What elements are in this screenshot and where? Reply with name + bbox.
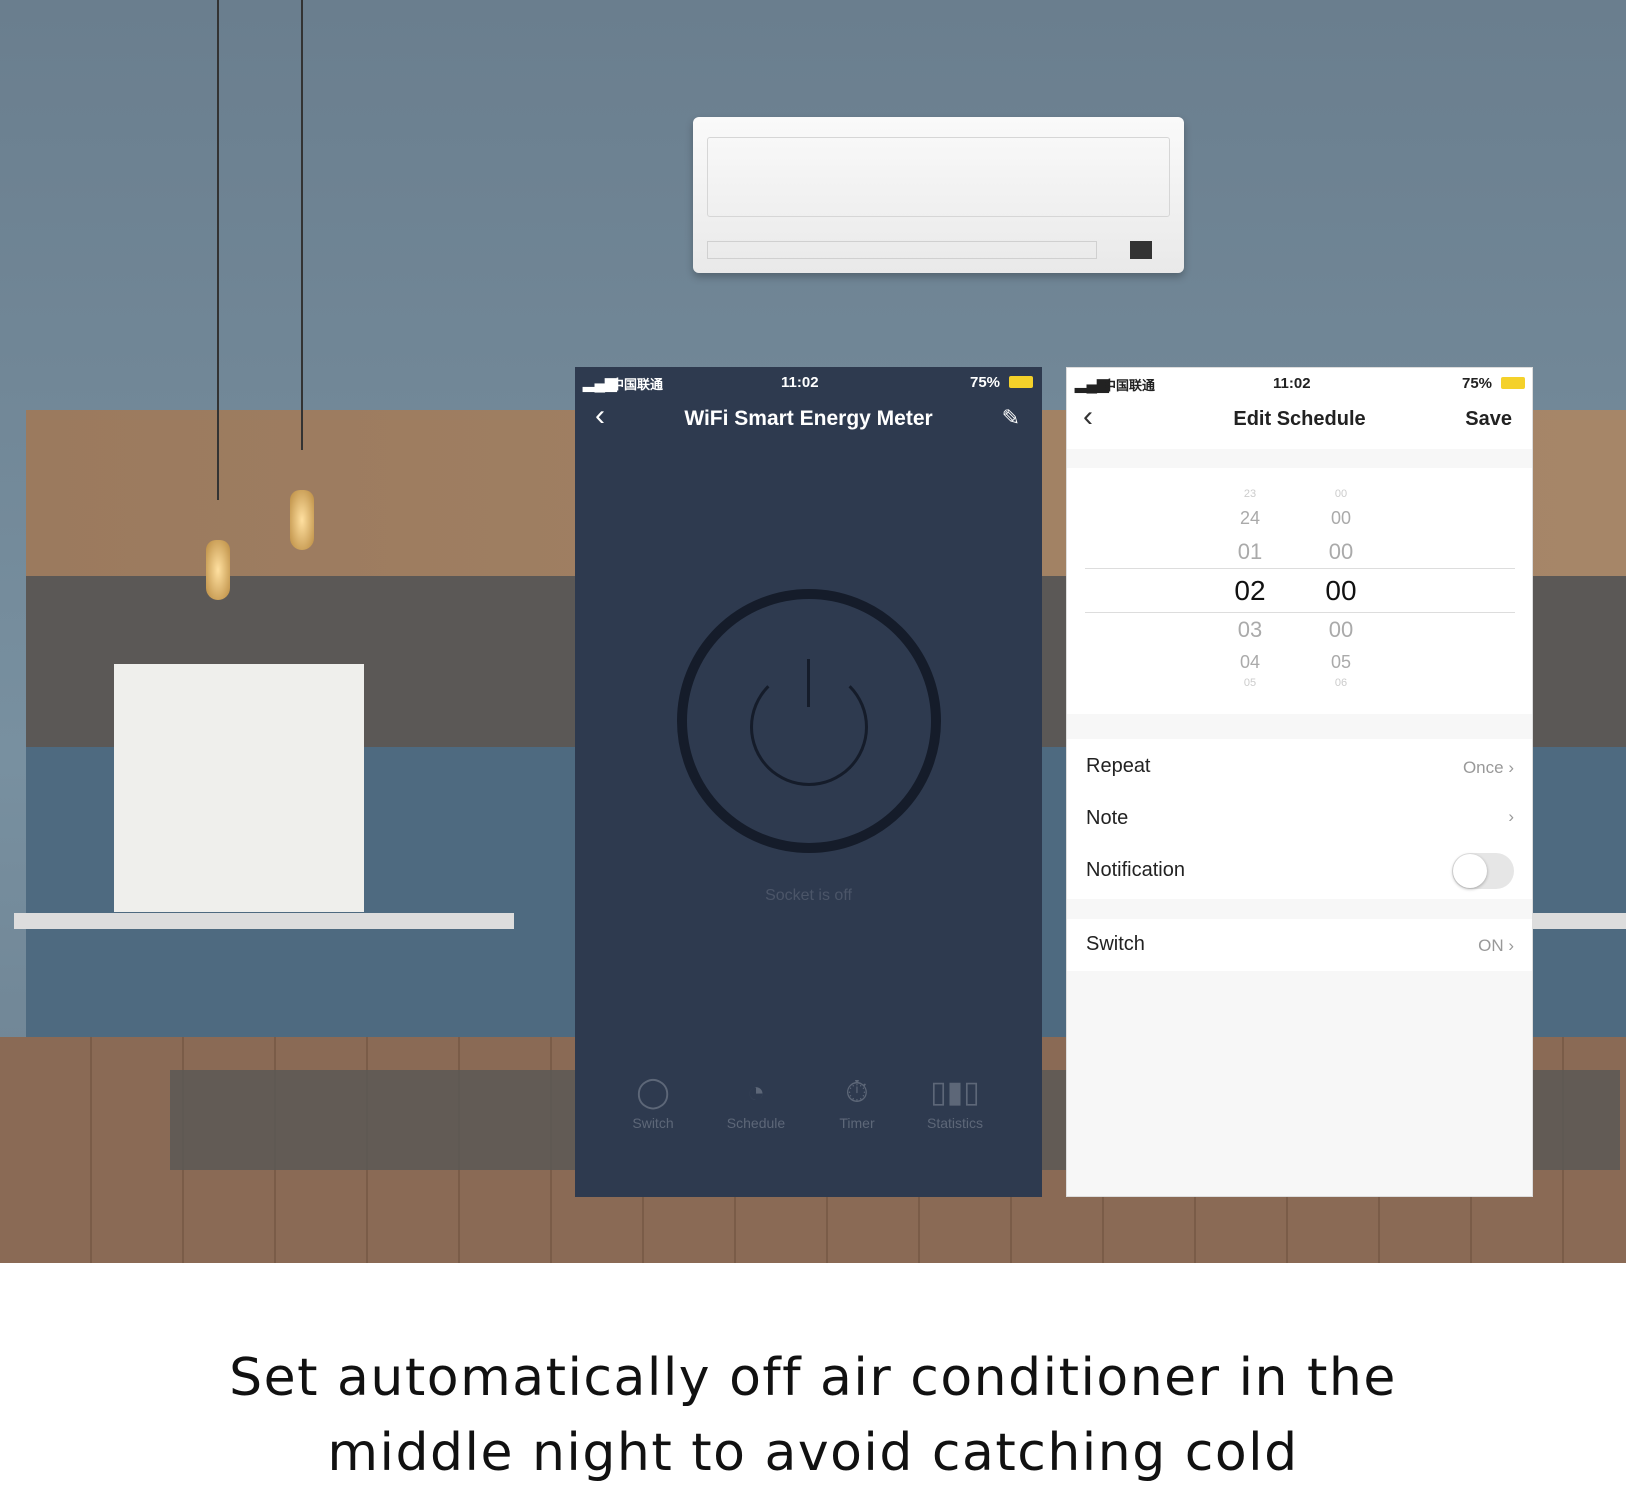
page-title: WiFi Smart Energy Meter bbox=[684, 407, 933, 430]
carrier: 中国联通 bbox=[1103, 378, 1156, 393]
tab-switch[interactable]: ◯ Switch bbox=[603, 1073, 703, 1131]
notification-toggle[interactable] bbox=[1452, 853, 1514, 889]
tab-timer[interactable]: ⏱ Timer bbox=[807, 1073, 907, 1131]
lamp-cord bbox=[217, 0, 219, 500]
status-bar: ▂▄▆ 中国联通 11:02 75% bbox=[575, 367, 1042, 397]
socket-state: Socket is off bbox=[765, 887, 852, 904]
note-row[interactable]: Note › bbox=[1067, 793, 1532, 847]
air-conditioner bbox=[693, 117, 1184, 273]
selected-hour[interactable]: 02 bbox=[1220, 575, 1280, 607]
lamp-bulb bbox=[290, 490, 314, 550]
lamp-cord bbox=[301, 0, 303, 450]
settings-group: Repeat Once › Note › Notification bbox=[1067, 739, 1532, 899]
switch-icon: ◯ bbox=[636, 1076, 670, 1109]
chevron-right-icon: › bbox=[1508, 936, 1514, 955]
clock: 11:02 bbox=[781, 374, 819, 391]
edit-schedule-screen: ▂▄▆ 中国联通 11:02 75% ‹ Edit Schedule Save … bbox=[1066, 367, 1533, 1197]
clock: 11:02 bbox=[1273, 375, 1311, 392]
battery-percent: 75% bbox=[970, 374, 1001, 391]
save-button[interactable]: Save bbox=[1465, 408, 1512, 431]
clock-frame bbox=[114, 664, 364, 912]
tab-schedule[interactable]: ◔ Schedule bbox=[706, 1073, 806, 1131]
clock-icon: ◔ bbox=[746, 1076, 766, 1109]
switch-row[interactable]: Switch ON › bbox=[1067, 919, 1532, 971]
edit-pencil-icon[interactable]: ✎ bbox=[1002, 405, 1020, 431]
power-button[interactable] bbox=[677, 589, 941, 853]
bar-chart-icon: ▯▮▯ bbox=[930, 1076, 980, 1109]
chevron-right-icon: › bbox=[1508, 758, 1514, 777]
time-picker[interactable]: 23 24 01 02 03 04 05 00 00 00 00 00 05 0… bbox=[1067, 468, 1532, 714]
caption-line-2: middle night to avoid catching cold bbox=[327, 1423, 1299, 1483]
page-title: Edit Schedule bbox=[1233, 408, 1366, 430]
battery-percent: 75% bbox=[1462, 375, 1493, 392]
lamp-bulb bbox=[206, 540, 230, 600]
tab-statistics[interactable]: ▯▮▯ Statistics bbox=[905, 1073, 1005, 1131]
energy-meter-screen: ▂▄▆ 中国联通 11:02 75% ‹ WiFi Smart Energy M… bbox=[575, 367, 1042, 1197]
chevron-right-icon: › bbox=[1508, 807, 1514, 826]
battery-icon bbox=[1501, 377, 1525, 389]
carrier: 中国联通 bbox=[611, 377, 664, 392]
stopwatch-icon: ⏱ bbox=[845, 1076, 869, 1109]
battery-icon bbox=[1009, 376, 1033, 388]
notification-row: Notification bbox=[1067, 847, 1532, 899]
status-bar: ▂▄▆ 中国联通 11:02 75% bbox=[1067, 368, 1532, 398]
repeat-row[interactable]: Repeat Once › bbox=[1067, 739, 1532, 793]
shelf bbox=[14, 913, 514, 929]
shelf bbox=[1530, 913, 1626, 929]
selected-minute[interactable]: 00 bbox=[1311, 575, 1371, 607]
caption-line-1: Set automatically off air conditioner in… bbox=[229, 1348, 1397, 1408]
